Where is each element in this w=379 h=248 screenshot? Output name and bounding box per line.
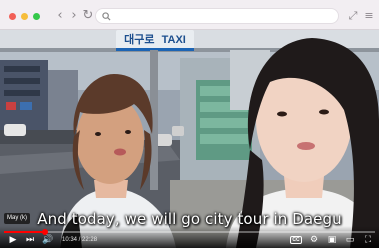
time-display: 10:34 / 22:28: [62, 237, 98, 243]
search-icon: [102, 12, 111, 21]
menu-icon[interactable]: ≡: [362, 8, 376, 24]
volume-icon[interactable]: 🔊: [42, 235, 54, 245]
progress-bar[interactable]: [4, 229, 375, 235]
sign-english-text: TAXI: [161, 34, 186, 46]
miniplayer-icon[interactable]: ▣: [326, 235, 338, 245]
share-icon[interactable]: ⤢: [346, 8, 360, 24]
minimize-window-button[interactable]: [21, 13, 28, 20]
maximize-window-button[interactable]: [33, 13, 40, 20]
browser-toolbar: ‹ › ↻ ⤢ ≡: [0, 0, 379, 30]
fullscreen-icon[interactable]: ⛶: [362, 235, 374, 245]
back-button[interactable]: ‹: [54, 8, 66, 24]
close-window-button[interactable]: [9, 13, 16, 20]
video-player[interactable]: 대구로 TAXI And today, we will go city tour…: [0, 30, 379, 248]
taxi-sign: 대구로 TAXI: [116, 32, 194, 48]
sign-korean-text: 대구로: [124, 33, 155, 46]
address-bar[interactable]: [95, 8, 339, 24]
progress-fill: [4, 231, 45, 233]
forward-button[interactable]: ›: [68, 8, 80, 24]
theater-icon[interactable]: ▭: [344, 235, 356, 245]
reload-button[interactable]: ↻: [82, 8, 94, 24]
gear-icon[interactable]: ⚙: [308, 235, 320, 245]
next-icon[interactable]: ⏭: [24, 235, 36, 245]
cc-icon[interactable]: CC: [290, 236, 302, 244]
player-controls: ▶ ⏭ 🔊 10:34 / 22:28 CC ⚙ ▣ ▭ ⛶: [0, 226, 379, 248]
play-icon[interactable]: ▶: [8, 235, 18, 245]
chapter-label: May (k): [4, 213, 30, 224]
